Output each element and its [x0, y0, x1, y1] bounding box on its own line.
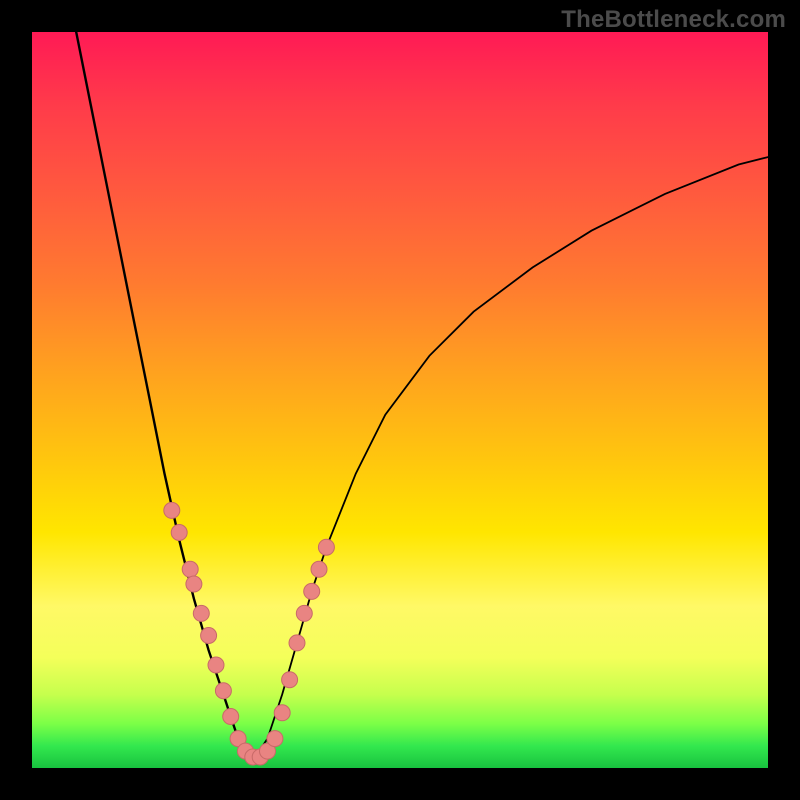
- plot-area: [32, 32, 768, 768]
- data-marker: [274, 705, 290, 721]
- data-marker: [267, 731, 283, 747]
- data-marker: [282, 672, 298, 688]
- chart-svg: [32, 32, 768, 768]
- curve-right-path: [253, 157, 768, 761]
- data-marker: [318, 539, 334, 555]
- chart-stage: TheBottleneck.com: [0, 0, 800, 800]
- data-marker: [289, 635, 305, 651]
- data-marker: [193, 605, 209, 621]
- data-marker: [215, 683, 231, 699]
- data-marker: [223, 709, 239, 725]
- data-marker: [171, 525, 187, 541]
- marker-group: [164, 502, 335, 765]
- curve-left-path: [76, 32, 253, 761]
- watermark-text: TheBottleneck.com: [561, 6, 786, 34]
- data-marker: [304, 583, 320, 599]
- data-marker: [311, 561, 327, 577]
- data-marker: [296, 605, 312, 621]
- data-marker: [186, 576, 202, 592]
- data-marker: [201, 628, 217, 644]
- data-marker: [208, 657, 224, 673]
- data-marker: [164, 502, 180, 518]
- data-marker: [182, 561, 198, 577]
